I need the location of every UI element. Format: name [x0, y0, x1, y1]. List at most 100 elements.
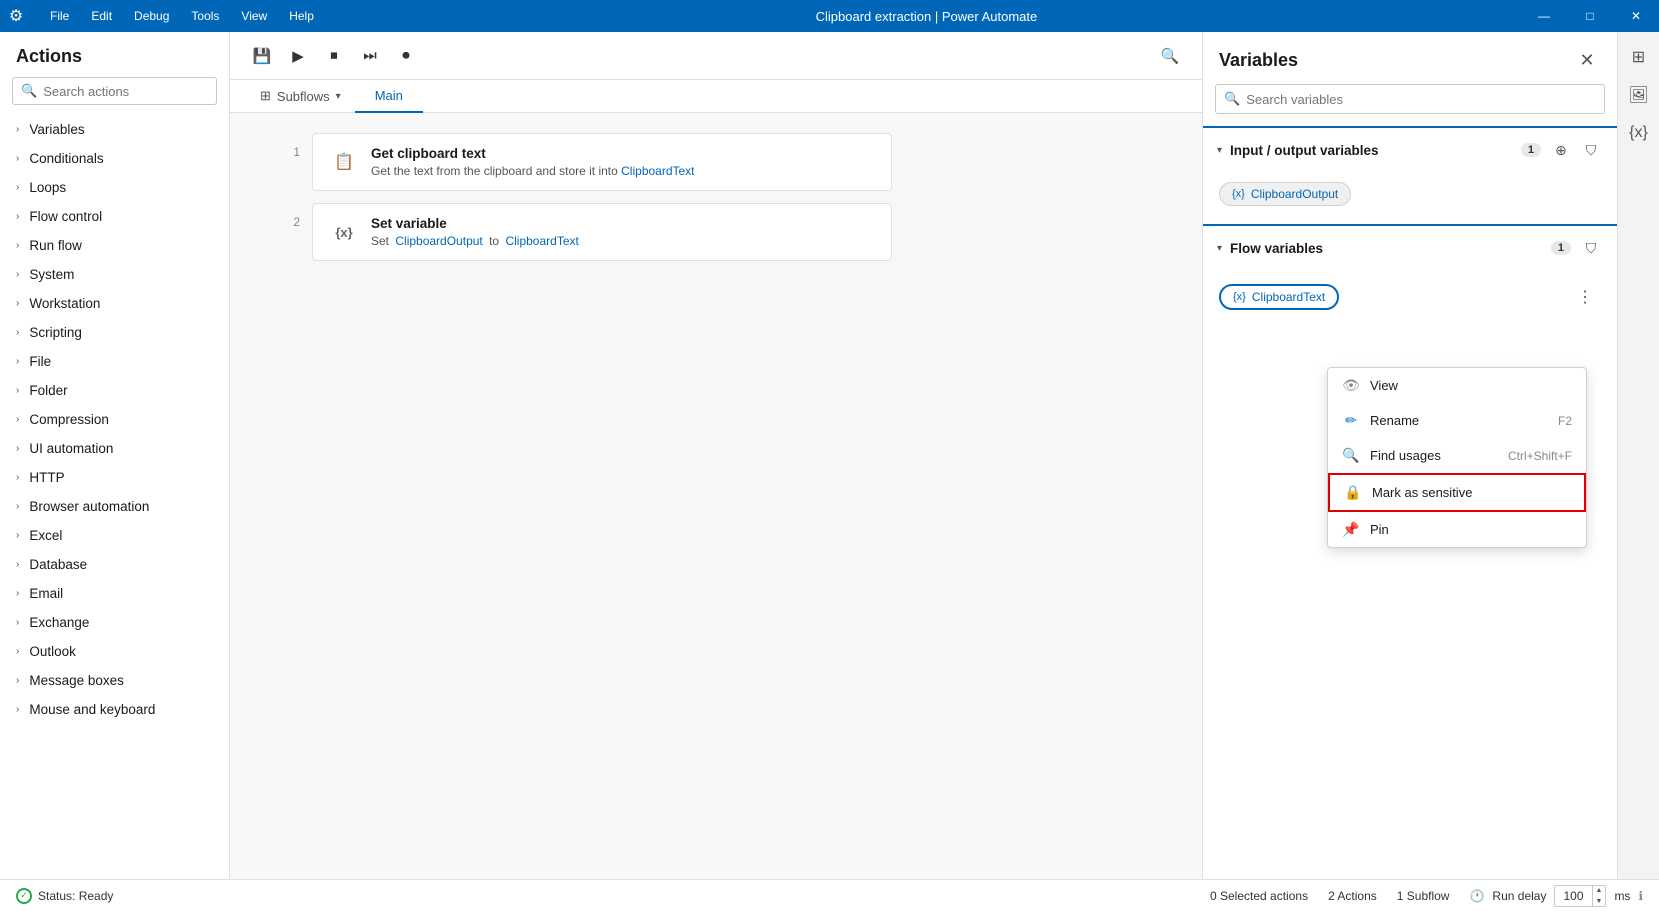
variables-close-button[interactable]: ✕: [1573, 46, 1601, 74]
delay-up-arrow[interactable]: ▲: [1593, 885, 1606, 896]
ctx-find-usages[interactable]: 🔍 Find usages Ctrl+Shift+F: [1328, 438, 1586, 473]
run-delay-unit: ms: [1614, 889, 1630, 903]
group-loops[interactable]: › Loops: [0, 173, 229, 202]
set-variable-icon: {x}: [329, 217, 359, 247]
window-title: Clipboard extraction | Power Automate: [332, 9, 1521, 24]
run-delay-label: Run delay: [1492, 889, 1546, 903]
subflows-label: Subflows: [277, 89, 330, 104]
group-file[interactable]: › File: [0, 347, 229, 376]
group-scripting[interactable]: › Scripting: [0, 318, 229, 347]
group-compression[interactable]: › Compression: [0, 405, 229, 434]
flow-variables-icons: ⛉: [1579, 236, 1603, 260]
main-tab[interactable]: Main: [355, 80, 423, 113]
group-outlook[interactable]: › Outlook: [0, 637, 229, 666]
group-variables[interactable]: › Variables: [0, 115, 229, 144]
menu-view[interactable]: View: [231, 5, 277, 27]
group-run-flow[interactable]: › Run flow: [0, 231, 229, 260]
group-conditionals[interactable]: › Conditionals: [0, 144, 229, 173]
subflows-tab[interactable]: ⊞ Subflows ▾: [246, 80, 355, 112]
group-excel[interactable]: › Excel: [0, 521, 229, 550]
group-email[interactable]: › Email: [0, 579, 229, 608]
clipboard-text-chip[interactable]: {x} ClipboardText: [1219, 284, 1339, 310]
search-variables-input[interactable]: [1246, 92, 1596, 107]
ctx-pin[interactable]: 📌 Pin: [1328, 512, 1586, 547]
minimize-button[interactable]: —: [1521, 0, 1567, 32]
variables-panel-toggle[interactable]: {x}: [1622, 116, 1656, 150]
clipboard-text-var[interactable]: ClipboardText: [621, 164, 694, 178]
group-folder[interactable]: › Folder: [0, 376, 229, 405]
step-info-1: Get clipboard text Get the text from the…: [371, 146, 875, 178]
ctx-view[interactable]: 👁 View: [1328, 368, 1586, 403]
run-delay-area: 🕐 Run delay 100 ▲ ▼ ms ℹ: [1469, 885, 1643, 907]
menu-file[interactable]: File: [40, 5, 79, 27]
save-button[interactable]: 💾: [246, 40, 278, 72]
group-message-boxes[interactable]: › Message boxes: [0, 666, 229, 695]
step-title-2: Set variable: [371, 216, 875, 231]
clipboard-output-chip[interactable]: {x} ClipboardOutput: [1219, 182, 1351, 206]
step-desc-2: Set ClipboardOutput to ClipboardText: [371, 234, 875, 248]
group-http[interactable]: › HTTP: [0, 463, 229, 492]
view-icon: 👁: [1342, 377, 1360, 394]
ctx-rename[interactable]: ✏ Rename F2: [1328, 403, 1586, 438]
record-button[interactable]: ⏺: [390, 40, 422, 72]
group-exchange[interactable]: › Exchange: [0, 608, 229, 637]
group-flow-control[interactable]: › Flow control: [0, 202, 229, 231]
canvas-search-button[interactable]: 🔍: [1154, 40, 1186, 72]
actions-list: › Variables › Conditionals › Loops › Flo…: [0, 115, 229, 879]
next-step-button[interactable]: ⏭: [354, 40, 386, 72]
input-output-icons: ⊕ ⛉: [1549, 138, 1603, 162]
clipboard-icon: 📋: [329, 147, 359, 177]
menu-debug[interactable]: Debug: [124, 5, 179, 27]
clipboard-text-var-2[interactable]: ClipboardText: [505, 234, 578, 248]
chevron-right-icon: ›: [16, 443, 19, 454]
flow-variables-header[interactable]: ▾ Flow variables 1 ⛉: [1203, 226, 1617, 270]
input-output-header[interactable]: ▾ Input / output variables 1 ⊕ ⛉: [1203, 128, 1617, 172]
menu-tools[interactable]: Tools: [181, 5, 229, 27]
collapse-chevron-icon: ▾: [1217, 243, 1222, 254]
actions-panel: Actions 🔍 › Variables › Conditionals › L…: [0, 32, 230, 879]
step-row-1: 1 📋 Get clipboard text Get the text from…: [270, 133, 1162, 191]
stop-button[interactable]: ⏹: [318, 40, 350, 72]
group-database[interactable]: › Database: [0, 550, 229, 579]
layers-button[interactable]: ⊞: [1622, 40, 1656, 74]
menu-help[interactable]: Help: [279, 5, 324, 27]
status-text: Status: Ready: [38, 889, 113, 903]
search-actions-input[interactable]: [43, 84, 219, 99]
menu-edit[interactable]: Edit: [81, 5, 122, 27]
clipboard-output-var[interactable]: ClipboardOutput: [395, 234, 482, 248]
group-browser-automation[interactable]: › Browser automation: [0, 492, 229, 521]
rename-icon: ✏: [1342, 412, 1360, 429]
step-card-2[interactable]: {x} Set variable Set ClipboardOutput to …: [312, 203, 892, 261]
step-card-1[interactable]: 📋 Get clipboard text Get the text from t…: [312, 133, 892, 191]
search-icon: 🔍: [21, 83, 37, 99]
add-variable-button[interactable]: ⊕: [1549, 138, 1573, 162]
group-system[interactable]: › System: [0, 260, 229, 289]
ctx-mark-sensitive[interactable]: 🔒 Mark as sensitive: [1328, 473, 1586, 512]
step-row-2: 2 {x} Set variable Set ClipboardOutput t…: [270, 203, 1162, 261]
chevron-right-icon: ›: [16, 588, 19, 599]
variables-panel: Variables ✕ 🔍 ▾ Input / output variables…: [1202, 32, 1617, 879]
run-button[interactable]: ▶: [282, 40, 314, 72]
canvas-tabs: ⊞ Subflows ▾ Main: [230, 80, 1202, 113]
filter-variables-button[interactable]: ⛉: [1579, 138, 1603, 162]
chevron-right-icon: ›: [16, 269, 19, 280]
chevron-right-icon: ›: [16, 559, 19, 570]
group-workstation[interactable]: › Workstation: [0, 289, 229, 318]
var-more-options-button[interactable]: ⋮: [1573, 285, 1597, 309]
run-delay-value: 100: [1555, 889, 1591, 903]
group-ui-automation[interactable]: › UI automation: [0, 434, 229, 463]
group-mouse-keyboard[interactable]: › Mouse and keyboard: [0, 695, 229, 724]
chevron-right-icon: ›: [16, 704, 19, 715]
variables-search-box[interactable]: 🔍: [1215, 84, 1605, 114]
close-button[interactable]: ✕: [1613, 0, 1659, 32]
run-delay-spinner[interactable]: ▲ ▼: [1592, 885, 1606, 907]
actions-search-box[interactable]: 🔍: [12, 77, 217, 105]
maximize-button[interactable]: □: [1567, 0, 1613, 32]
image-button[interactable]: 🖼: [1622, 78, 1656, 112]
step-title-1: Get clipboard text: [371, 146, 875, 161]
chevron-right-icon: ›: [16, 327, 19, 338]
filter-flow-variables-button[interactable]: ⛉: [1579, 236, 1603, 260]
input-output-title: Input / output variables: [1230, 143, 1513, 158]
delay-down-arrow[interactable]: ▼: [1593, 896, 1606, 907]
selected-actions: 0 Selected actions: [1210, 889, 1308, 903]
